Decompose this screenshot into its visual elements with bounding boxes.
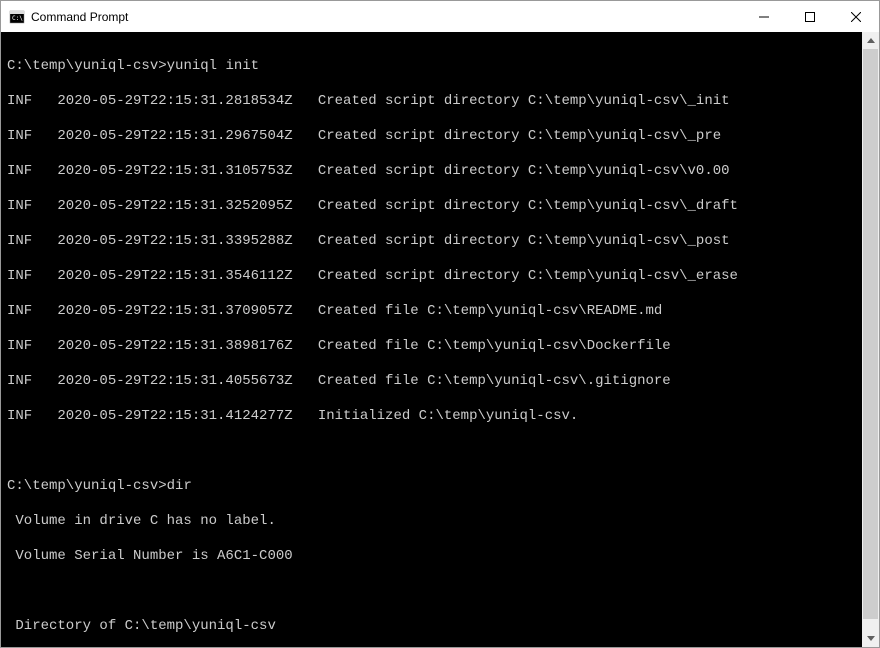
prompt-line: C:\temp\yuniql-csv>yuniql init bbox=[7, 58, 862, 76]
dir-header: Directory of C:\temp\yuniql-csv bbox=[7, 618, 862, 636]
prompt-command: dir bbox=[167, 478, 192, 494]
maximize-button[interactable] bbox=[787, 1, 833, 32]
vertical-scrollbar[interactable] bbox=[862, 32, 879, 647]
svg-text:C:\: C:\ bbox=[12, 15, 23, 22]
window-controls bbox=[741, 1, 879, 32]
log-line: INF 2020-05-29T22:15:31.3395288Z Created… bbox=[7, 233, 862, 251]
log-line: INF 2020-05-29T22:15:31.3898176Z Created… bbox=[7, 338, 862, 356]
log-line: INF 2020-05-29T22:15:31.2967504Z Created… bbox=[7, 128, 862, 146]
log-line: INF 2020-05-29T22:15:31.3252095Z Created… bbox=[7, 198, 862, 216]
blank-line bbox=[7, 443, 862, 461]
blank-line bbox=[7, 583, 862, 601]
minimize-button[interactable] bbox=[741, 1, 787, 32]
log-line: INF 2020-05-29T22:15:31.3105753Z Created… bbox=[7, 163, 862, 181]
prompt-line: C:\temp\yuniql-csv>dir bbox=[7, 478, 862, 496]
log-line: INF 2020-05-29T22:15:31.2818534Z Created… bbox=[7, 93, 862, 111]
scrollbar-thumb[interactable] bbox=[863, 49, 878, 619]
close-button[interactable] bbox=[833, 1, 879, 32]
prompt-path: C:\temp\yuniql-csv> bbox=[7, 478, 167, 494]
cmd-icon: C:\ bbox=[9, 9, 25, 25]
scroll-up-arrow[interactable] bbox=[862, 32, 879, 49]
scroll-down-arrow[interactable] bbox=[862, 630, 879, 647]
log-line: INF 2020-05-29T22:15:31.4055673Z Created… bbox=[7, 373, 862, 391]
dir-volume: Volume in drive C has no label. bbox=[7, 513, 862, 531]
window-title: Command Prompt bbox=[31, 10, 741, 24]
console-output: C:\temp\yuniql-csv>yuniql init INF 2020-… bbox=[1, 32, 862, 647]
log-line: INF 2020-05-29T22:15:31.4124277Z Initial… bbox=[7, 408, 862, 426]
log-line: INF 2020-05-29T22:15:31.3709057Z Created… bbox=[7, 303, 862, 321]
dir-volume: Volume Serial Number is A6C1-C000 bbox=[7, 548, 862, 566]
window-titlebar: C:\ Command Prompt bbox=[1, 1, 879, 32]
prompt-path: C:\temp\yuniql-csv> bbox=[7, 58, 167, 74]
log-line: INF 2020-05-29T22:15:31.3546112Z Created… bbox=[7, 268, 862, 286]
prompt-command: yuniql init bbox=[167, 58, 259, 74]
console-area[interactable]: C:\temp\yuniql-csv>yuniql init INF 2020-… bbox=[1, 32, 879, 647]
